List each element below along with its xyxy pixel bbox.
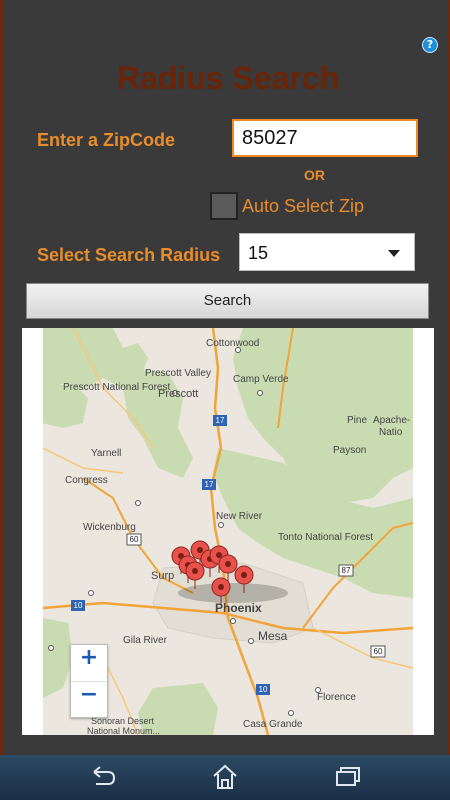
map-label: Gila River [123,635,168,646]
search-radius-select[interactable]: 15 [239,233,415,271]
highway-shield: 17 [216,416,225,425]
map-label: Phoenix [215,601,262,615]
map-label: Prescott Valley [145,368,211,379]
highway-shield: 60 [130,535,139,544]
zipcode-label: Enter a ZipCode [37,130,176,150]
zoom-in-button[interactable]: + [71,645,107,682]
help-icon[interactable]: ? [422,37,438,53]
highway-shield: 10 [74,601,83,610]
home-icon[interactable] [210,762,240,792]
map-label: Mesa [258,629,288,643]
page-title: Radius Search [116,60,340,96]
map-label: Cottonwood [206,338,259,349]
or-text: OR [304,167,325,183]
highway-shield: 10 [259,685,268,694]
system-navbar [0,755,450,800]
map-marker-dot [241,572,247,578]
map-label: Florence [317,692,356,703]
highway-shield: 60 [374,647,383,656]
map-marker-dot [218,584,224,590]
chevron-down-icon [388,250,400,257]
auto-select-label[interactable]: Auto Select Zip [242,196,364,217]
map-label: National Monum... [87,726,160,735]
recent-apps-icon[interactable] [332,762,362,792]
map-label: Pine [347,415,367,426]
app-window: ? Radius Search Enter a ZipCode OR Auto … [0,0,450,755]
map-marker-dot [225,561,231,567]
zipcode-input[interactable] [232,119,418,157]
highway-shield: 87 [342,566,351,575]
map-label: Prescott [158,388,198,400]
map-frame: Cottonwood Prescott Valley Camp Verde Pr… [22,328,434,735]
map-label: Casa Grande [243,719,303,730]
search-radius-label: Select Search Radius [37,245,221,265]
map-label: New River [216,511,263,522]
search-button[interactable]: Search [26,283,429,319]
zoom-out-button[interactable]: − [71,682,107,718]
search-radius-value: 15 [248,243,269,263]
map-label: Prescott National Forest [63,382,170,393]
map-marker-dot [197,547,203,553]
map-label: Apache- [373,415,410,426]
back-arrow-icon[interactable] [88,762,118,792]
map-label: Payson [333,445,366,456]
map-label: Tonto National Forest [278,532,373,543]
map-label: Camp Verde [233,374,289,385]
map-label: Congress [65,475,108,486]
map-label: Wickenburg [83,522,136,533]
map-label: Surp [151,570,174,582]
map-view[interactable]: Cottonwood Prescott Valley Camp Verde Pr… [43,328,413,735]
map-marker-dot [216,552,222,558]
highway-shield: 17 [205,480,214,489]
zoom-control: + − [70,644,108,718]
map-label: Yarnell [91,448,121,459]
map-marker-dot [192,568,198,574]
map-label: Natio [379,427,403,438]
auto-select-checkbox[interactable] [210,192,238,220]
